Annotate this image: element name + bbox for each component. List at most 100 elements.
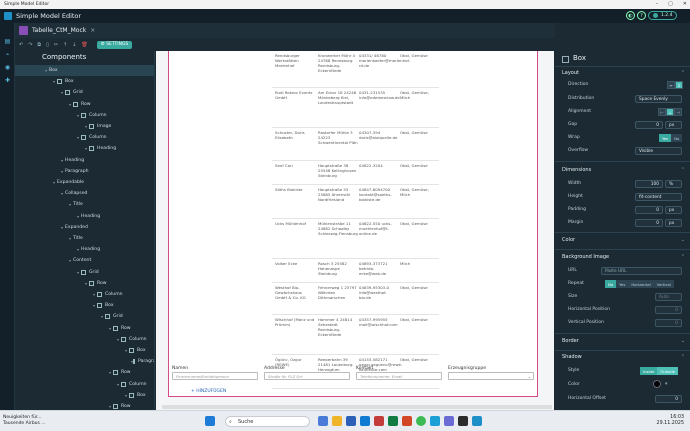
repeat-toggle[interactable]: No Yes Horizontal Vertical (605, 280, 674, 288)
margin-input[interactable]: 0 (635, 219, 663, 227)
wrap-no[interactable]: No (671, 134, 683, 142)
app-icon[interactable] (374, 416, 384, 426)
help-icon[interactable]: ? (637, 11, 646, 20)
system-clock[interactable]: 16:03 29.11.2025 (657, 415, 684, 427)
direction-toggle[interactable]: ↔ ↕ (667, 81, 683, 89)
minimize-icon[interactable]: – (656, 1, 659, 7)
outlook-icon[interactable] (360, 416, 370, 426)
tab-close-icon[interactable]: × (90, 27, 95, 34)
tree-item[interactable]: ▾ Content (15, 255, 154, 266)
version-badge[interactable]: 1.2.4 (648, 11, 678, 20)
gap-unit-select[interactable]: px (665, 121, 682, 129)
move-up-icon[interactable]: ↑ (63, 42, 67, 48)
settings-button[interactable]: ⚙ SETTINGS (96, 40, 133, 49)
color-section[interactable]: Color (562, 237, 575, 243)
width-input[interactable]: 100 (635, 180, 663, 188)
document-tab[interactable]: Tabelle_CtM_Mock × (15, 23, 555, 38)
tree-item[interactable]: ▾ Title (15, 199, 154, 210)
border-section[interactable]: Border (562, 338, 579, 344)
tree-item[interactable]: ▾ Expanded (15, 222, 154, 233)
tree-item[interactable]: ▾ Row (15, 278, 154, 289)
redo-icon[interactable]: ↷ (28, 42, 32, 48)
tree-item[interactable]: ▾ Grid (15, 87, 154, 98)
connect-icon[interactable]: ⌁ (4, 51, 11, 58)
tree-item[interactable]: ▾ Box (15, 345, 154, 356)
shadow-section[interactable]: Shadow (562, 354, 582, 360)
tree-item[interactable]: ▾ Column (15, 379, 154, 390)
tree-item[interactable]: ▾ Expandable (15, 177, 154, 188)
canvas-scrollbar[interactable] (162, 405, 552, 409)
table-row[interactable]: Rendsburger Werkstätten Marienhof Kronwer… (272, 51, 439, 88)
padding-unit-select[interactable]: px (665, 206, 682, 214)
tree-item[interactable]: ▾ Column (15, 132, 154, 143)
tree-item[interactable]: ▾ Heading (15, 244, 154, 255)
layout-section[interactable]: Layout (562, 70, 579, 76)
repeat-horizontal[interactable]: Horizontal (628, 280, 654, 288)
copy-icon[interactable]: ⧉ (37, 42, 41, 48)
align-center-icon[interactable]: ⊥ (666, 108, 674, 116)
background-image-section[interactable]: Background Image (562, 254, 609, 260)
repeat-yes[interactable]: Yes (616, 280, 629, 288)
word-icon[interactable] (346, 416, 356, 426)
maximize-icon[interactable]: ▢ (668, 1, 673, 7)
tree-item[interactable]: ▾ Column (15, 289, 154, 300)
taskbar-search[interactable]: ⌕ Suche (225, 416, 310, 427)
chrome-icon[interactable] (416, 416, 426, 426)
tree-item[interactable]: ▾ Box (15, 76, 154, 87)
size-select[interactable]: Auto (655, 293, 682, 301)
name-input[interactable]: Firmenname/Kontaktperson (172, 372, 258, 380)
color-picker-icon[interactable]: ▾ (665, 381, 668, 387)
address-input[interactable]: Straße Nr, PLZ Ort (264, 372, 350, 380)
tree-item[interactable]: ▾ Grid (15, 311, 154, 322)
tree-item[interactable]: ▾ Row (15, 367, 154, 378)
table-row[interactable]: Senf Carl Hauptstraße 38 25548 Kellinghus… (272, 161, 439, 185)
start-icon[interactable] (205, 416, 215, 426)
shadow-outside[interactable]: Outside (657, 367, 678, 375)
tree-item[interactable]: ▾ Column (15, 334, 154, 345)
shadow-inside[interactable]: Inside (640, 367, 658, 375)
tree-item[interactable]: ▾ Image (15, 121, 154, 132)
direction-row-icon[interactable]: ↔ (667, 81, 675, 89)
add-button[interactable]: + HINZUFÜGEN (191, 389, 226, 394)
excel-icon[interactable] (388, 416, 398, 426)
shadow-style-toggle[interactable]: Inside Outside (640, 367, 678, 375)
padding-input[interactable]: 0 (635, 206, 663, 214)
url-input[interactable]: Paste URL (601, 267, 682, 275)
products-select[interactable]: ⌄ (448, 372, 534, 380)
element-checkbox[interactable] (562, 56, 569, 63)
close-icon[interactable]: ✕ (683, 1, 687, 7)
wrap-yes[interactable]: Yes (659, 134, 672, 142)
explorer-icon[interactable] (332, 416, 342, 426)
cut-icon[interactable]: ✂ (54, 42, 58, 48)
dimensions-section[interactable]: Dimensions (562, 167, 591, 173)
chevron-up-icon[interactable]: ⌃ (681, 254, 685, 260)
contact-input[interactable]: Telefonnummer, Email (356, 372, 442, 380)
chevron-down-icon[interactable]: ⌄ (681, 237, 685, 243)
hoffset-input[interactable]: 0 (655, 395, 682, 403)
table-row[interactable]: Wischhof (Manz und Prümm) Hammer 4 24814 … (272, 315, 439, 355)
teams-icon[interactable] (444, 416, 454, 426)
table-row[interactable]: Schuster, Doris Elisabeth Rastorfer Mühle… (272, 128, 439, 161)
direction-column-icon[interactable]: ↕ (675, 81, 683, 89)
align-start-icon[interactable]: ⊢ (658, 108, 666, 116)
tree-item[interactable]: ▾ Box (15, 300, 154, 311)
simple-model-editor-task-icon[interactable] (472, 416, 482, 426)
move-down-icon[interactable]: ↓ (72, 42, 76, 48)
root-box-frame[interactable]: Rendsburger Werkstätten Marienhof Kronwer… (168, 51, 538, 397)
distribution-select[interactable]: Space Evenly (635, 95, 682, 103)
preview-icon[interactable]: ◉ (4, 64, 11, 71)
tree-item[interactable]: ▾ Collapsed (15, 188, 154, 199)
wrap-toggle[interactable]: Yes No (659, 134, 683, 142)
edge-icon[interactable] (430, 416, 440, 426)
tree-item[interactable]: ▾ Row (15, 99, 154, 110)
tree-item[interactable]: ▾ Grid (15, 267, 154, 278)
paste-icon[interactable]: ▯ (46, 42, 49, 48)
tree-item[interactable]: ▾ Row (15, 323, 154, 334)
chevron-up-icon[interactable]: ⌃ (681, 70, 685, 76)
chevron-down-icon[interactable]: ⌄ (681, 338, 685, 344)
tree-item[interactable]: ▾ Column (15, 110, 154, 121)
align-end-icon[interactable]: ⊣ (674, 108, 682, 116)
theme-icon[interactable]: ◐ (626, 11, 635, 20)
tree-item[interactable]: ▾ Heading (15, 211, 154, 222)
overflow-select[interactable]: Visible (635, 147, 682, 155)
